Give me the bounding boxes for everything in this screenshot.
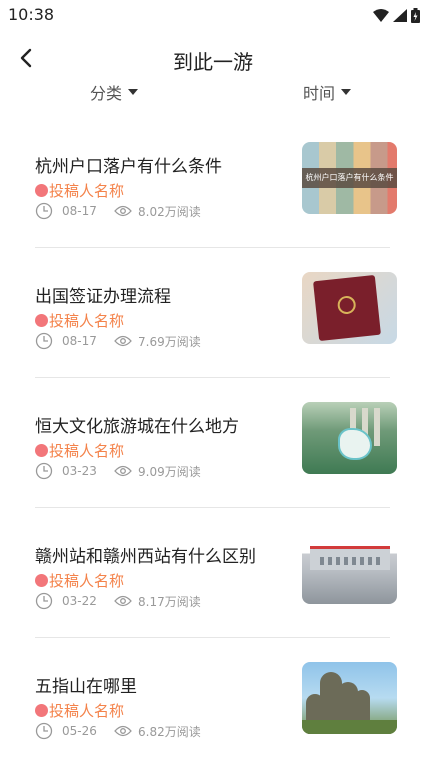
author-name: 投稿人名称 xyxy=(49,312,125,330)
article-thumbnail[interactable] xyxy=(302,272,397,344)
time-filter-label: 时间 xyxy=(303,84,336,103)
author-name: 投稿人名称 xyxy=(49,442,125,460)
article-thumbnail[interactable] xyxy=(302,402,397,474)
caret-down-icon xyxy=(128,89,139,95)
author-dot-icon xyxy=(35,574,48,587)
clock-icon xyxy=(35,202,53,220)
article-list: 杭州户口落户有什么条件 投稿人名称 08-17 8.02万阅读 杭州户口落户有什… xyxy=(0,118,426,757)
time-filter[interactable]: 时间 xyxy=(303,80,352,104)
filter-bar: 分类 时间 xyxy=(0,78,426,108)
battery-icon xyxy=(411,8,420,23)
article-thumbnail[interactable] xyxy=(302,532,397,604)
station-building-image xyxy=(310,546,390,570)
category-filter[interactable]: 分类 xyxy=(90,80,139,104)
article-author: 投稿人名称 xyxy=(35,180,124,201)
page-title: 到此一游 xyxy=(173,50,253,74)
article-views: 8.02万阅读 xyxy=(138,204,201,219)
article-title: 恒大文化旅游城在什么地方 xyxy=(35,417,239,437)
forest-shape xyxy=(302,720,397,734)
article-meta: 08-17 7.69万阅读 xyxy=(35,332,201,350)
passport-image xyxy=(313,274,381,342)
clock-icon xyxy=(35,332,53,350)
clock-icon xyxy=(35,462,53,480)
park-shape xyxy=(338,428,372,460)
article-views: 9.09万阅读 xyxy=(138,464,201,479)
article-views: 6.82万阅读 xyxy=(138,724,201,739)
author-name: 投稿人名称 xyxy=(49,702,125,720)
article-title: 杭州户口落户有什么条件 xyxy=(35,157,222,177)
status-time: 10:38 xyxy=(8,5,55,24)
thumbnail-caption: 杭州户口落户有什么条件 xyxy=(302,168,397,188)
article-meta: 03-22 8.17万阅读 xyxy=(35,592,201,610)
article-title: 五指山在哪里 xyxy=(35,677,137,697)
article-title: 赣州站和赣州西站有什么区别 xyxy=(35,547,256,567)
article-meta: 03-23 9.09万阅读 xyxy=(35,462,201,480)
article-author: 投稿人名称 xyxy=(35,440,124,461)
author-dot-icon xyxy=(35,314,48,327)
eye-icon xyxy=(114,725,132,737)
eye-icon xyxy=(114,465,132,477)
tower-shape xyxy=(374,408,380,446)
article-author: 投稿人名称 xyxy=(35,570,124,591)
article-views: 8.17万阅读 xyxy=(138,594,201,609)
article-item[interactable]: 五指山在哪里 投稿人名称 05-26 6.82万阅读 xyxy=(0,638,426,757)
signal-icon xyxy=(393,9,407,22)
author-dot-icon xyxy=(35,704,48,717)
article-date: 03-22 xyxy=(62,594,97,608)
article-date: 08-17 xyxy=(62,334,97,348)
eye-icon xyxy=(114,205,132,217)
article-author: 投稿人名称 xyxy=(35,310,124,331)
nav-bar: 到此一游 xyxy=(0,38,426,82)
article-thumbnail[interactable]: 杭州户口落户有什么条件 xyxy=(302,142,397,214)
article-date: 03-23 xyxy=(62,464,97,478)
article-item[interactable]: 出国签证办理流程 投稿人名称 08-17 7.69万阅读 xyxy=(0,248,426,378)
author-name: 投稿人名称 xyxy=(49,182,125,200)
article-meta: 08-17 8.02万阅读 xyxy=(35,202,201,220)
author-dot-icon xyxy=(35,444,48,457)
author-dot-icon xyxy=(35,184,48,197)
category-filter-label: 分类 xyxy=(90,84,123,103)
article-meta: 05-26 6.82万阅读 xyxy=(35,722,201,740)
clock-icon xyxy=(35,592,53,610)
eye-icon xyxy=(114,595,132,607)
article-item[interactable]: 赣州站和赣州西站有什么区别 投稿人名称 03-22 8.17万阅读 xyxy=(0,508,426,638)
eye-icon xyxy=(114,335,132,347)
caret-down-icon xyxy=(341,89,352,95)
wifi-icon xyxy=(373,9,389,22)
article-date: 08-17 xyxy=(62,204,97,218)
author-name: 投稿人名称 xyxy=(49,572,125,590)
status-bar: 10:38 xyxy=(0,0,426,30)
status-icons xyxy=(373,8,420,23)
article-thumbnail[interactable] xyxy=(302,662,397,734)
article-item[interactable]: 杭州户口落户有什么条件 投稿人名称 08-17 8.02万阅读 杭州户口落户有什… xyxy=(0,118,426,248)
article-item[interactable]: 恒大文化旅游城在什么地方 投稿人名称 03-23 9.09万阅读 xyxy=(0,378,426,508)
article-views: 7.69万阅读 xyxy=(138,334,201,349)
clock-icon xyxy=(35,722,53,740)
article-date: 05-26 xyxy=(62,724,97,738)
article-title: 出国签证办理流程 xyxy=(35,287,171,307)
article-author: 投稿人名称 xyxy=(35,700,124,721)
